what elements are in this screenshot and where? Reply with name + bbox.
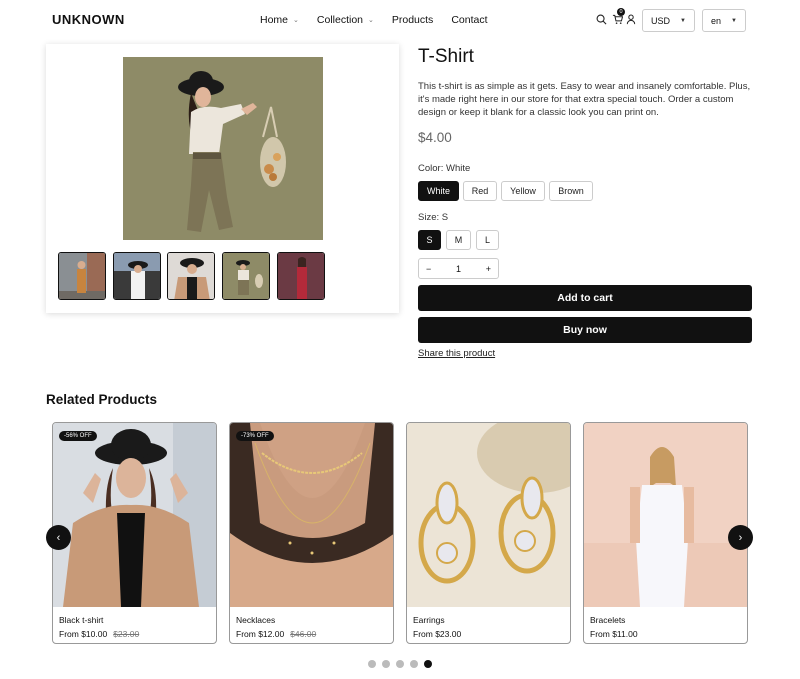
chevron-down-icon: ▼ (731, 17, 737, 24)
product-card-image (407, 423, 570, 607)
nav-home[interactable]: Home ⌄ (260, 14, 299, 26)
product-gallery (46, 44, 399, 313)
qty-value[interactable]: 1 (456, 264, 461, 274)
product-thumbnail[interactable] (277, 252, 325, 300)
product-thumbnail[interactable] (58, 252, 106, 300)
qty-increase-button[interactable]: + (486, 264, 491, 274)
product-card-name[interactable]: Bracelets (590, 615, 625, 625)
product-card-price: From $23.00 (413, 629, 461, 639)
size-option-s[interactable]: S (418, 230, 441, 250)
nav-contact-label: Contact (451, 14, 488, 26)
related-products-title: Related Products (46, 392, 158, 407)
nav-collection-label: Collection (316, 14, 363, 26)
chevron-down-icon: ▼ (680, 17, 686, 24)
carousel-dots (368, 660, 432, 668)
product-card-name[interactable]: Earrings (413, 615, 445, 625)
old-price: $23.00 (113, 629, 140, 639)
product-card[interactable]: -73% OFF Necklaces From $12.00 $46.00 (229, 422, 394, 644)
color-option-yellow[interactable]: Yellow (501, 181, 545, 201)
carousel-prev-button[interactable]: ‹ (46, 525, 71, 550)
nav-home-label: Home (260, 14, 289, 26)
discount-badge: -73% OFF (236, 431, 274, 441)
discount-badge: -56% OFF (59, 431, 97, 441)
old-price: $46.00 (290, 629, 317, 639)
carousel-dot[interactable] (396, 660, 404, 668)
product-card-price: From $12.00 $46.00 (236, 629, 316, 639)
product-main-image[interactable] (123, 57, 323, 240)
product-description: This t-shirt is as simple as it gets. Ea… (418, 81, 751, 118)
share-product-link[interactable]: Share this product (418, 348, 495, 359)
main-nav: Home ⌄ Collection ⌄ Products Contact (260, 14, 488, 26)
size-option-m[interactable]: M (446, 230, 471, 250)
color-option-red[interactable]: Red (463, 181, 497, 201)
nav-products[interactable]: Products (392, 14, 433, 26)
current-price: From $23.00 (413, 629, 462, 639)
product-card-price: From $10.00 $23.00 (59, 629, 139, 639)
current-price: From $10.00 (59, 629, 108, 639)
product-card-price: From $11.00 (590, 629, 638, 639)
quantity-stepper: − 1 + (418, 258, 499, 279)
carousel-dot[interactable] (368, 660, 376, 668)
chevron-down-icon: ⌄ (368, 17, 374, 24)
product-card[interactable]: -56% OFF Black t-shirt From $10.00 $23.0… (52, 422, 217, 644)
current-price: From $12.00 (236, 629, 285, 639)
currency-select[interactable]: USD ▼ (642, 9, 695, 32)
product-thumbnail[interactable] (113, 252, 161, 300)
product-thumbnail[interactable] (167, 252, 215, 300)
product-card[interactable]: Bracelets From $11.00 (583, 422, 748, 644)
size-option-l[interactable]: L (476, 230, 499, 250)
carousel-dot[interactable] (424, 660, 432, 668)
nav-collection[interactable]: Collection ⌄ (317, 14, 374, 26)
product-card-image (230, 423, 393, 607)
product-card-image (53, 423, 216, 607)
current-price: From $11.00 (590, 629, 638, 639)
product-title: T-Shirt (418, 46, 474, 67)
carousel-dot[interactable] (410, 660, 418, 668)
color-option-brown[interactable]: Brown (549, 181, 593, 201)
search-icon[interactable] (594, 12, 608, 26)
carousel-next-button[interactable]: › (728, 525, 753, 550)
chevron-down-icon: ⌄ (293, 17, 299, 24)
add-to-cart-button[interactable]: Add to cart (418, 285, 752, 311)
product-price: $4.00 (418, 130, 452, 145)
language-select[interactable]: en ▼ (702, 9, 746, 32)
product-card-image (584, 423, 747, 607)
currency-value: USD (651, 15, 671, 26)
product-thumbnail[interactable] (222, 252, 270, 300)
color-label: Color: White (418, 163, 471, 174)
nav-contact[interactable]: Contact (451, 14, 487, 26)
language-value: en (711, 15, 722, 26)
product-card-name[interactable]: Black t-shirt (59, 615, 103, 625)
product-card[interactable]: Earrings From $23.00 (406, 422, 571, 644)
nav-products-label: Products (391, 14, 434, 26)
color-option-white[interactable]: White (418, 181, 459, 201)
qty-decrease-button[interactable]: − (426, 264, 431, 274)
site-logo[interactable]: UNKNOWN (52, 12, 125, 27)
size-label: Size: S (418, 212, 449, 223)
carousel-dot[interactable] (382, 660, 390, 668)
user-icon[interactable] (624, 12, 638, 26)
buy-now-button[interactable]: Buy now (418, 317, 752, 343)
product-card-name[interactable]: Necklaces (236, 615, 275, 625)
